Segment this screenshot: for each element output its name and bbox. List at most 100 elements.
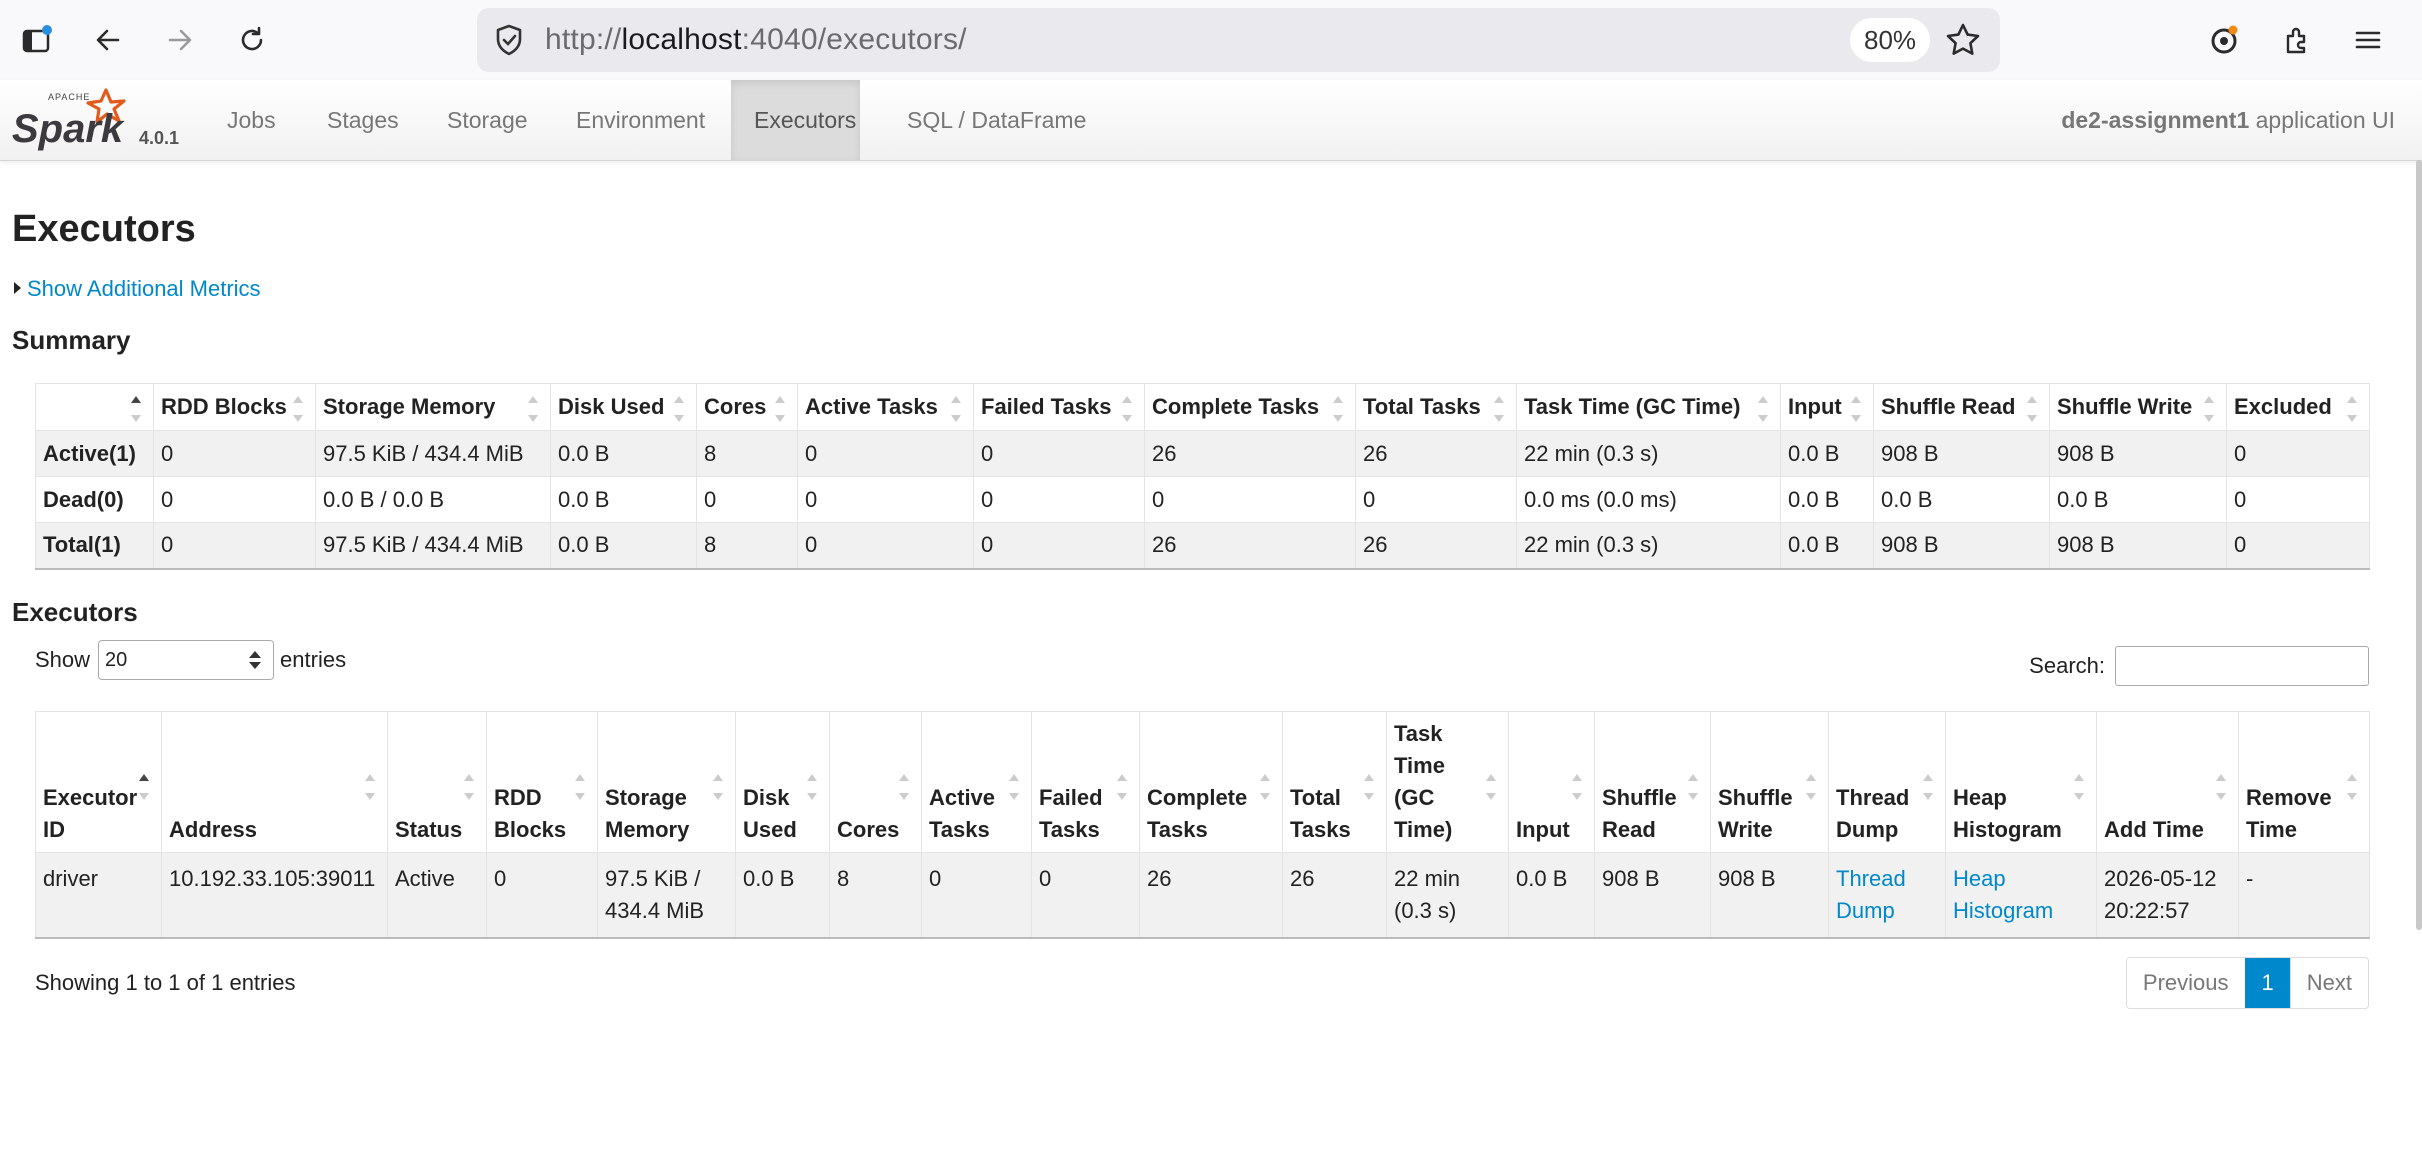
executor-cell: Heap Histogram [1945,852,2097,939]
summary-header-excluded[interactable]: Excluded [2226,383,2370,431]
shield-icon[interactable] [491,22,527,58]
summary-header-complete-tasks[interactable]: Complete Tasks [1144,383,1356,431]
address-bar[interactable]: http://localhost:4040/executors/ 80% [477,8,2000,72]
executors-header-active-tasks[interactable]: Active Tasks [921,711,1032,853]
sort-arrows-icon [775,396,785,422]
extensions-icon[interactable] [2272,16,2320,64]
url-text[interactable]: http://localhost:4040/executors/ [545,8,967,72]
summary-header-label: Shuffle Write [2057,394,2193,419]
summary-header-label: Active Tasks [805,394,938,419]
executors-header-task-time-gc-time[interactable]: Task Time (GC Time) [1386,711,1509,853]
summary-cell: 26 [1144,522,1356,569]
summary-header-label: Excluded [2234,394,2332,419]
tab-stages[interactable]: Stages [303,80,423,160]
sort-arrows-icon [899,774,909,800]
sort-arrows-icon [2027,396,2037,422]
show-additional-metrics-link[interactable]: Show Additional Metrics [14,276,261,302]
bookmark-star-icon[interactable] [1943,20,1983,60]
summary-cell: 0.0 B [2049,476,2227,523]
back-icon[interactable] [84,16,132,64]
executor-cell: 26 [1282,852,1387,939]
thread-dump-link[interactable]: Thread Dump [1836,866,1906,923]
executors-header-cores[interactable]: Cores [829,711,922,853]
summary-header-task-time-gc-time[interactable]: Task Time (GC Time) [1516,383,1781,431]
summary-header-disk-used[interactable]: Disk Used [550,383,697,431]
summary-header-failed-tasks[interactable]: Failed Tasks [973,383,1145,431]
executors-header-storage-memory[interactable]: Storage Memory [597,711,736,853]
menu-icon[interactable] [2344,16,2392,64]
executors-header-executor-id[interactable]: Executor ID [35,711,162,853]
executors-header-label: Add Time [2104,817,2204,842]
tab-storage[interactable]: Storage [423,80,552,160]
executors-header-heap-histogram[interactable]: Heap Histogram [1945,711,2097,853]
executors-header-rdd-blocks[interactable]: RDD Blocks [486,711,598,853]
summary-header-row-label[interactable] [35,383,154,431]
executors-header-remove-time[interactable]: Remove Time [2238,711,2370,853]
sort-arrows-icon [1923,774,1933,800]
summary-cell: 8 [696,522,798,569]
summary-header-label: Failed Tasks [981,394,1112,419]
previous-page-button[interactable]: Previous [2126,958,2245,1008]
executors-header-label: Task Time (GC Time) [1394,721,1453,842]
zoom-level-button[interactable]: 80% [1850,18,1931,62]
executor-cell: 0 [1031,852,1140,939]
executors-header-complete-tasks[interactable]: Complete Tasks [1139,711,1283,853]
executors-header-status[interactable]: Status [387,711,487,853]
url-host: localhost [621,23,742,56]
forward-icon[interactable] [156,16,204,64]
summary-cell: 0.0 B [550,430,697,477]
executors-header-label: Cores [837,817,900,842]
summary-header-rdd-blocks[interactable]: RDD Blocks [153,383,316,431]
summary-cell: 0 [2226,522,2370,569]
executors-header-shuffle-read[interactable]: Shuffle Read [1594,711,1711,853]
next-page-button[interactable]: Next [2289,958,2368,1008]
page-1-button[interactable]: 1 [2244,958,2290,1008]
entries-per-page-select[interactable]: 20 [98,640,275,680]
executors-header-address[interactable]: Address [161,711,388,853]
page-scrollbar[interactable] [2416,160,2422,930]
show-label: Show [35,647,91,672]
executors-header-thread-dump[interactable]: Thread Dump [1828,711,1946,853]
tab-sql-dataframe[interactable]: SQL / DataFrame [883,80,1110,160]
summary-cell: 0.0 B [1873,476,2050,523]
tab-executors[interactable]: Executors [731,80,860,160]
table-info: Showing 1 to 1 of 1 entries [35,970,296,995]
heap-histogram-link[interactable]: Heap Histogram [1953,866,2053,923]
executors-header-shuffle-write[interactable]: Shuffle Write [1710,711,1829,853]
account-icon[interactable] [2200,16,2248,64]
caret-right-icon [14,282,21,295]
summary-cell: 0.0 B [550,476,697,523]
executors-header-add-time[interactable]: Add Time [2096,711,2239,853]
spark-version: 4.0.1 [139,128,180,148]
summary-cell: 0 [973,476,1145,523]
executors-header-failed-tasks[interactable]: Failed Tasks [1031,711,1140,853]
sort-arrows-icon [1333,396,1343,422]
summary-header-label: Cores [704,394,767,419]
pagination: Previous 1 Next [2125,957,2369,1009]
summary-header-input[interactable]: Input [1780,383,1874,431]
search-input[interactable] [2115,646,2369,686]
summary-row: Total(1) 0 97.5 KiB / 434.4 MiB 0.0 B 8 0 0 26 2… [35,522,2370,569]
summary-header-cores[interactable]: Cores [696,383,798,431]
spark-logo-icon[interactable]: APACHE Spark [10,84,140,156]
executors-header-disk-used[interactable]: Disk Used [735,711,830,853]
reload-icon[interactable] [228,16,276,64]
summary-header-storage-memory[interactable]: Storage Memory [315,383,551,431]
sort-arrows-icon [1688,774,1698,800]
tab-jobs[interactable]: Jobs [203,80,300,160]
summary-header-active-tasks[interactable]: Active Tasks [797,383,974,431]
tab-environment[interactable]: Environment [552,80,729,160]
summary-header-total-tasks[interactable]: Total Tasks [1355,383,1517,431]
summary-cell: 908 B [2049,522,2227,569]
summary-header-shuffle-read[interactable]: Shuffle Read [1873,383,2050,431]
summary-cell: Active(1) [35,430,154,477]
summary-header-shuffle-write[interactable]: Shuffle Write [2049,383,2227,431]
executors-header-label: Address [169,817,258,842]
summary-header-label: Shuffle Read [1881,394,2016,419]
executors-header-input[interactable]: Input [1508,711,1595,853]
executor-cell: 22 min (0.3 s) [1386,852,1509,939]
sidebar-icon[interactable] [12,16,60,64]
search-control: Search: [2029,646,2369,686]
executors-header-total-tasks[interactable]: Total Tasks [1282,711,1387,853]
summary-cell: 26 [1355,522,1517,569]
